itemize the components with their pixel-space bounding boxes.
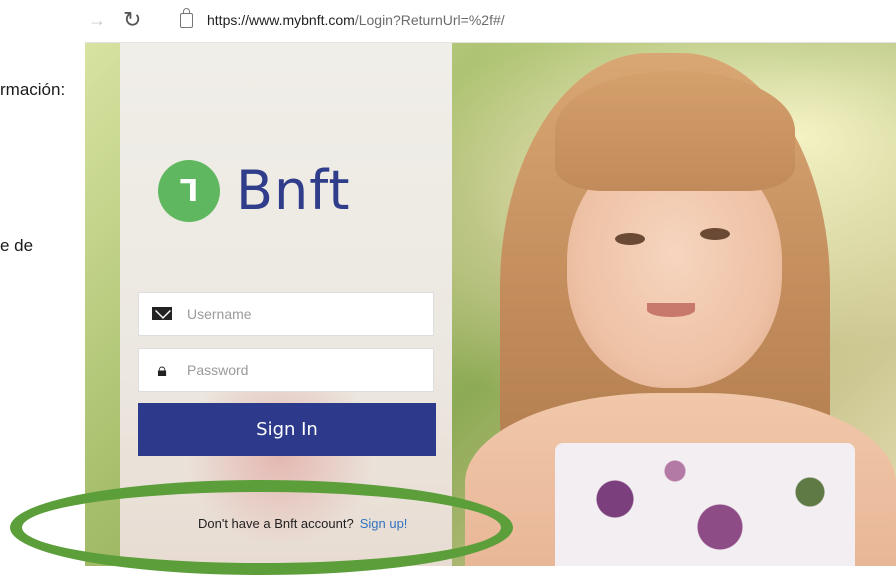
url-host: https://www.mybnft.com: [207, 12, 355, 28]
bnft-logo: ᒣ Bnft: [158, 160, 351, 222]
url-path: /Login?ReturnUrl=%2f#/: [354, 12, 505, 28]
username-field[interactable]: [138, 292, 434, 336]
document-text-line-2: e de: [0, 236, 34, 255]
address-bar: → ↻ https://www.mybnft.com/Login?ReturnU…: [85, 0, 896, 43]
sign-in-button[interactable]: Sign In: [138, 403, 436, 456]
envelope-icon: [149, 304, 175, 325]
hero-photo-eye-right: [700, 228, 730, 240]
site-info-icon[interactable]: [180, 8, 193, 28]
lock-icon: 🔒︎: [157, 359, 167, 380]
document-text-line-1: rmación:: [0, 80, 66, 99]
hero-photo-mouth: [647, 303, 695, 317]
highlight-ellipse: [10, 480, 513, 575]
hero-photo-bangs: [555, 71, 795, 191]
password-field[interactable]: 🔒︎: [138, 348, 434, 392]
forward-arrow-icon[interactable]: →: [88, 10, 106, 31]
password-input[interactable]: [185, 361, 419, 379]
hero-photo-dress: [555, 443, 855, 566]
reload-icon[interactable]: ↻: [123, 7, 141, 33]
url-field[interactable]: https://www.mybnft.com/Login?ReturnUrl=%…: [207, 12, 505, 28]
logo-wordmark: Bnft: [236, 159, 351, 222]
cart-logo-icon: ᒣ: [158, 160, 220, 222]
username-input[interactable]: [185, 305, 419, 323]
hero-photo-eye-left: [615, 233, 645, 245]
